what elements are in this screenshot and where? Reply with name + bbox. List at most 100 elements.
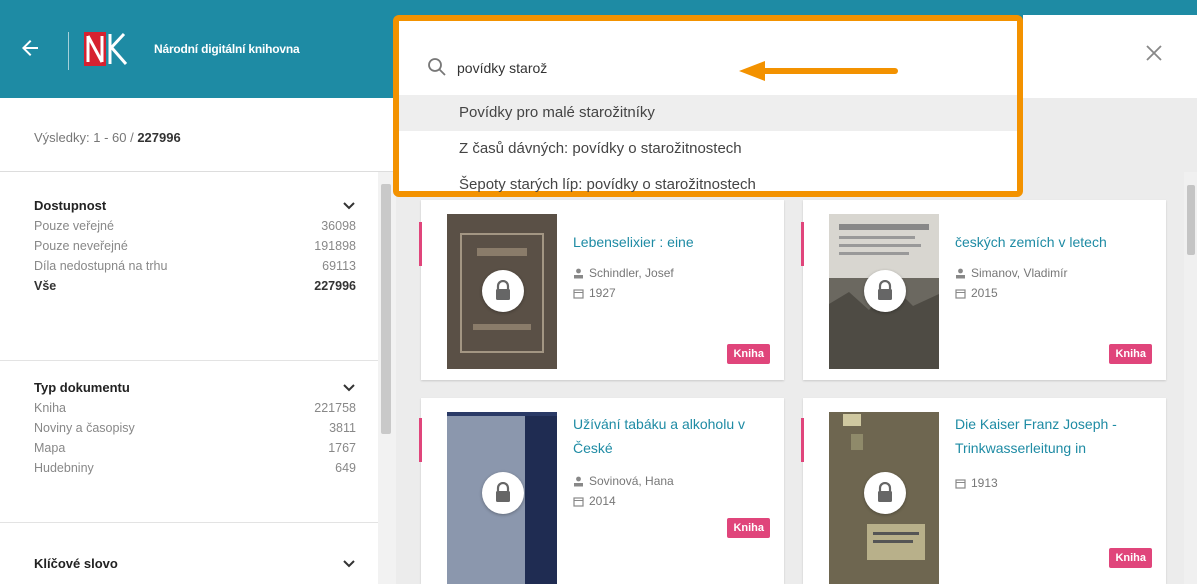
result-card[interactable]: Užívání tabáku a alkoholu v České Sovino…	[419, 398, 784, 584]
sidebar-scroll-thumb[interactable]	[381, 184, 391, 434]
facet-item-count: 227996	[314, 279, 356, 293]
results-total: 227996	[137, 130, 181, 145]
doc-type-badge: Kniha	[1109, 548, 1152, 568]
person-icon	[956, 268, 965, 278]
lock-icon	[482, 270, 524, 312]
facet-item-label: Vše	[34, 279, 57, 293]
search-icon[interactable]	[427, 57, 447, 77]
suggestion-item[interactable]: Povídky pro malé starožitníky	[399, 95, 1017, 131]
card-year-value: 1913	[971, 476, 998, 490]
card-year: 1913	[955, 476, 998, 490]
facet-sidebar: Dostupnost Pouze veřejné 36098 Pouze neve…	[0, 172, 378, 584]
search-panel-right	[1023, 15, 1197, 98]
facet-item[interactable]: Pouze neveřejné 191898	[34, 236, 356, 256]
calendar-icon	[955, 478, 966, 489]
card-year-value: 2014	[589, 494, 616, 508]
facet-item[interactable]: Díla nedostupná na trhu 69113	[34, 256, 356, 276]
card-title[interactable]: Die Kaiser Franz Joseph - Trinkwasserlei…	[955, 412, 1160, 460]
facet-item-label: Pouze veřejné	[34, 219, 114, 233]
facet-item[interactable]: Kniha 221758	[34, 398, 356, 418]
facet-access: Dostupnost Pouze veřejné 36098 Pouze neve…	[34, 196, 356, 296]
facet-doctype-title[interactable]: Typ dokumentu	[34, 378, 356, 398]
calendar-icon	[573, 288, 584, 299]
facet-keyword-title[interactable]: Klíčové slovo	[34, 554, 356, 574]
facet-item[interactable]: Mapa 1767	[34, 438, 356, 458]
main-scroll-thumb[interactable]	[1187, 185, 1195, 255]
suggestion-item[interactable]: Z časů dávných: povídky o starožitnostec…	[399, 131, 1017, 167]
facet-divider	[0, 522, 378, 523]
header-title[interactable]: Národní digitální knihovna	[154, 42, 300, 56]
facet-item-count: 191898	[314, 239, 356, 253]
book-cover	[447, 412, 557, 584]
facet-divider	[0, 360, 378, 361]
result-card[interactable]: českých zemích v letech Simanov, Vladimí…	[801, 200, 1166, 380]
calendar-icon	[955, 288, 966, 299]
card-title[interactable]: Užívání tabáku a alkoholu v České	[573, 412, 773, 460]
facet-item-label: Díla nedostupná na trhu	[34, 259, 168, 273]
card-year-value: 2015	[971, 286, 998, 300]
header-divider	[68, 32, 69, 70]
doc-type-badge: Kniha	[727, 344, 770, 364]
results-bar: Výsledky: 1 - 60 / 227996	[0, 98, 396, 172]
card-author: Sovinová, Hana	[573, 474, 674, 488]
close-icon[interactable]	[1145, 44, 1165, 64]
facet-item[interactable]: Noviny a časopisy 3811	[34, 418, 356, 438]
chevron-down-icon[interactable]	[342, 382, 356, 394]
facet-doctype: Typ dokumentu Kniha 221758 Noviny a časop…	[34, 378, 356, 478]
facet-item-count: 221758	[314, 401, 356, 415]
nk-logo[interactable]	[84, 30, 128, 70]
book-cover	[447, 214, 557, 369]
card-accent	[801, 418, 804, 462]
card-author-name: Simanov, Vladimír	[971, 266, 1068, 280]
facet-item-label: Mapa	[34, 441, 66, 455]
facet-item-count: 649	[335, 461, 356, 475]
back-arrow-icon[interactable]	[18, 36, 46, 64]
result-card[interactable]: Die Kaiser Franz Joseph - Trinkwasserlei…	[801, 398, 1166, 584]
facet-keyword: Klíčové slovo	[34, 554, 356, 574]
book-cover	[829, 412, 939, 584]
search-suggestions: Povídky pro malé starožitníky Z časů dáv…	[399, 95, 1017, 203]
person-icon	[574, 476, 583, 486]
chevron-down-icon[interactable]	[342, 200, 356, 212]
card-accent	[419, 222, 422, 266]
facet-item-label: Hudebniny	[34, 461, 94, 475]
result-card[interactable]: Lebenselixier : eine Schindler, Josef 19…	[419, 200, 784, 380]
facet-access-title[interactable]: Dostupnost	[34, 196, 356, 216]
facet-item-label: Pouze neveřejné	[34, 239, 128, 253]
card-year: 2014	[573, 494, 616, 508]
facet-item[interactable]: Pouze veřejné 36098	[34, 216, 356, 236]
doc-type-badge: Kniha	[1109, 344, 1152, 364]
lock-icon	[864, 472, 906, 514]
lock-icon	[482, 472, 524, 514]
card-author-name: Sovinová, Hana	[589, 474, 674, 488]
book-cover	[829, 214, 939, 369]
card-author: Schindler, Josef	[573, 266, 674, 280]
card-title[interactable]: Lebenselixier : eine	[573, 230, 773, 254]
card-author-name: Schindler, Josef	[589, 266, 674, 280]
search-box	[399, 21, 1017, 95]
facet-item[interactable]: Hudebniny 649	[34, 458, 356, 478]
facet-item-label: Kniha	[34, 401, 66, 415]
card-accent	[801, 222, 804, 266]
facet-item-count: 69113	[322, 259, 356, 273]
calendar-icon	[573, 496, 584, 507]
card-year: 1927	[573, 286, 616, 300]
facet-item-label: Noviny a časopisy	[34, 421, 135, 435]
card-year-value: 1927	[589, 286, 616, 300]
suggestion-item[interactable]: Šepoty starých líp: povídky o starožitno…	[399, 167, 1017, 203]
card-year: 2015	[955, 286, 998, 300]
facet-item-count: 3811	[329, 421, 356, 435]
results-prefix: Výsledky: 1 - 60 /	[34, 130, 138, 145]
chevron-down-icon[interactable]	[342, 558, 356, 570]
doc-type-badge: Kniha	[727, 518, 770, 538]
lock-icon	[864, 270, 906, 312]
facet-item-count: 1767	[328, 441, 356, 455]
results-count: Výsledky: 1 - 60 / 227996	[34, 130, 181, 145]
arrow-annotation-icon	[739, 61, 898, 81]
facet-item-selected[interactable]: Vše 227996	[34, 276, 356, 296]
card-title[interactable]: českých zemích v letech	[955, 230, 1155, 254]
card-accent	[419, 418, 422, 462]
card-author: Simanov, Vladimír	[955, 266, 1067, 280]
person-icon	[574, 268, 583, 278]
facet-item-count: 36098	[321, 219, 356, 233]
